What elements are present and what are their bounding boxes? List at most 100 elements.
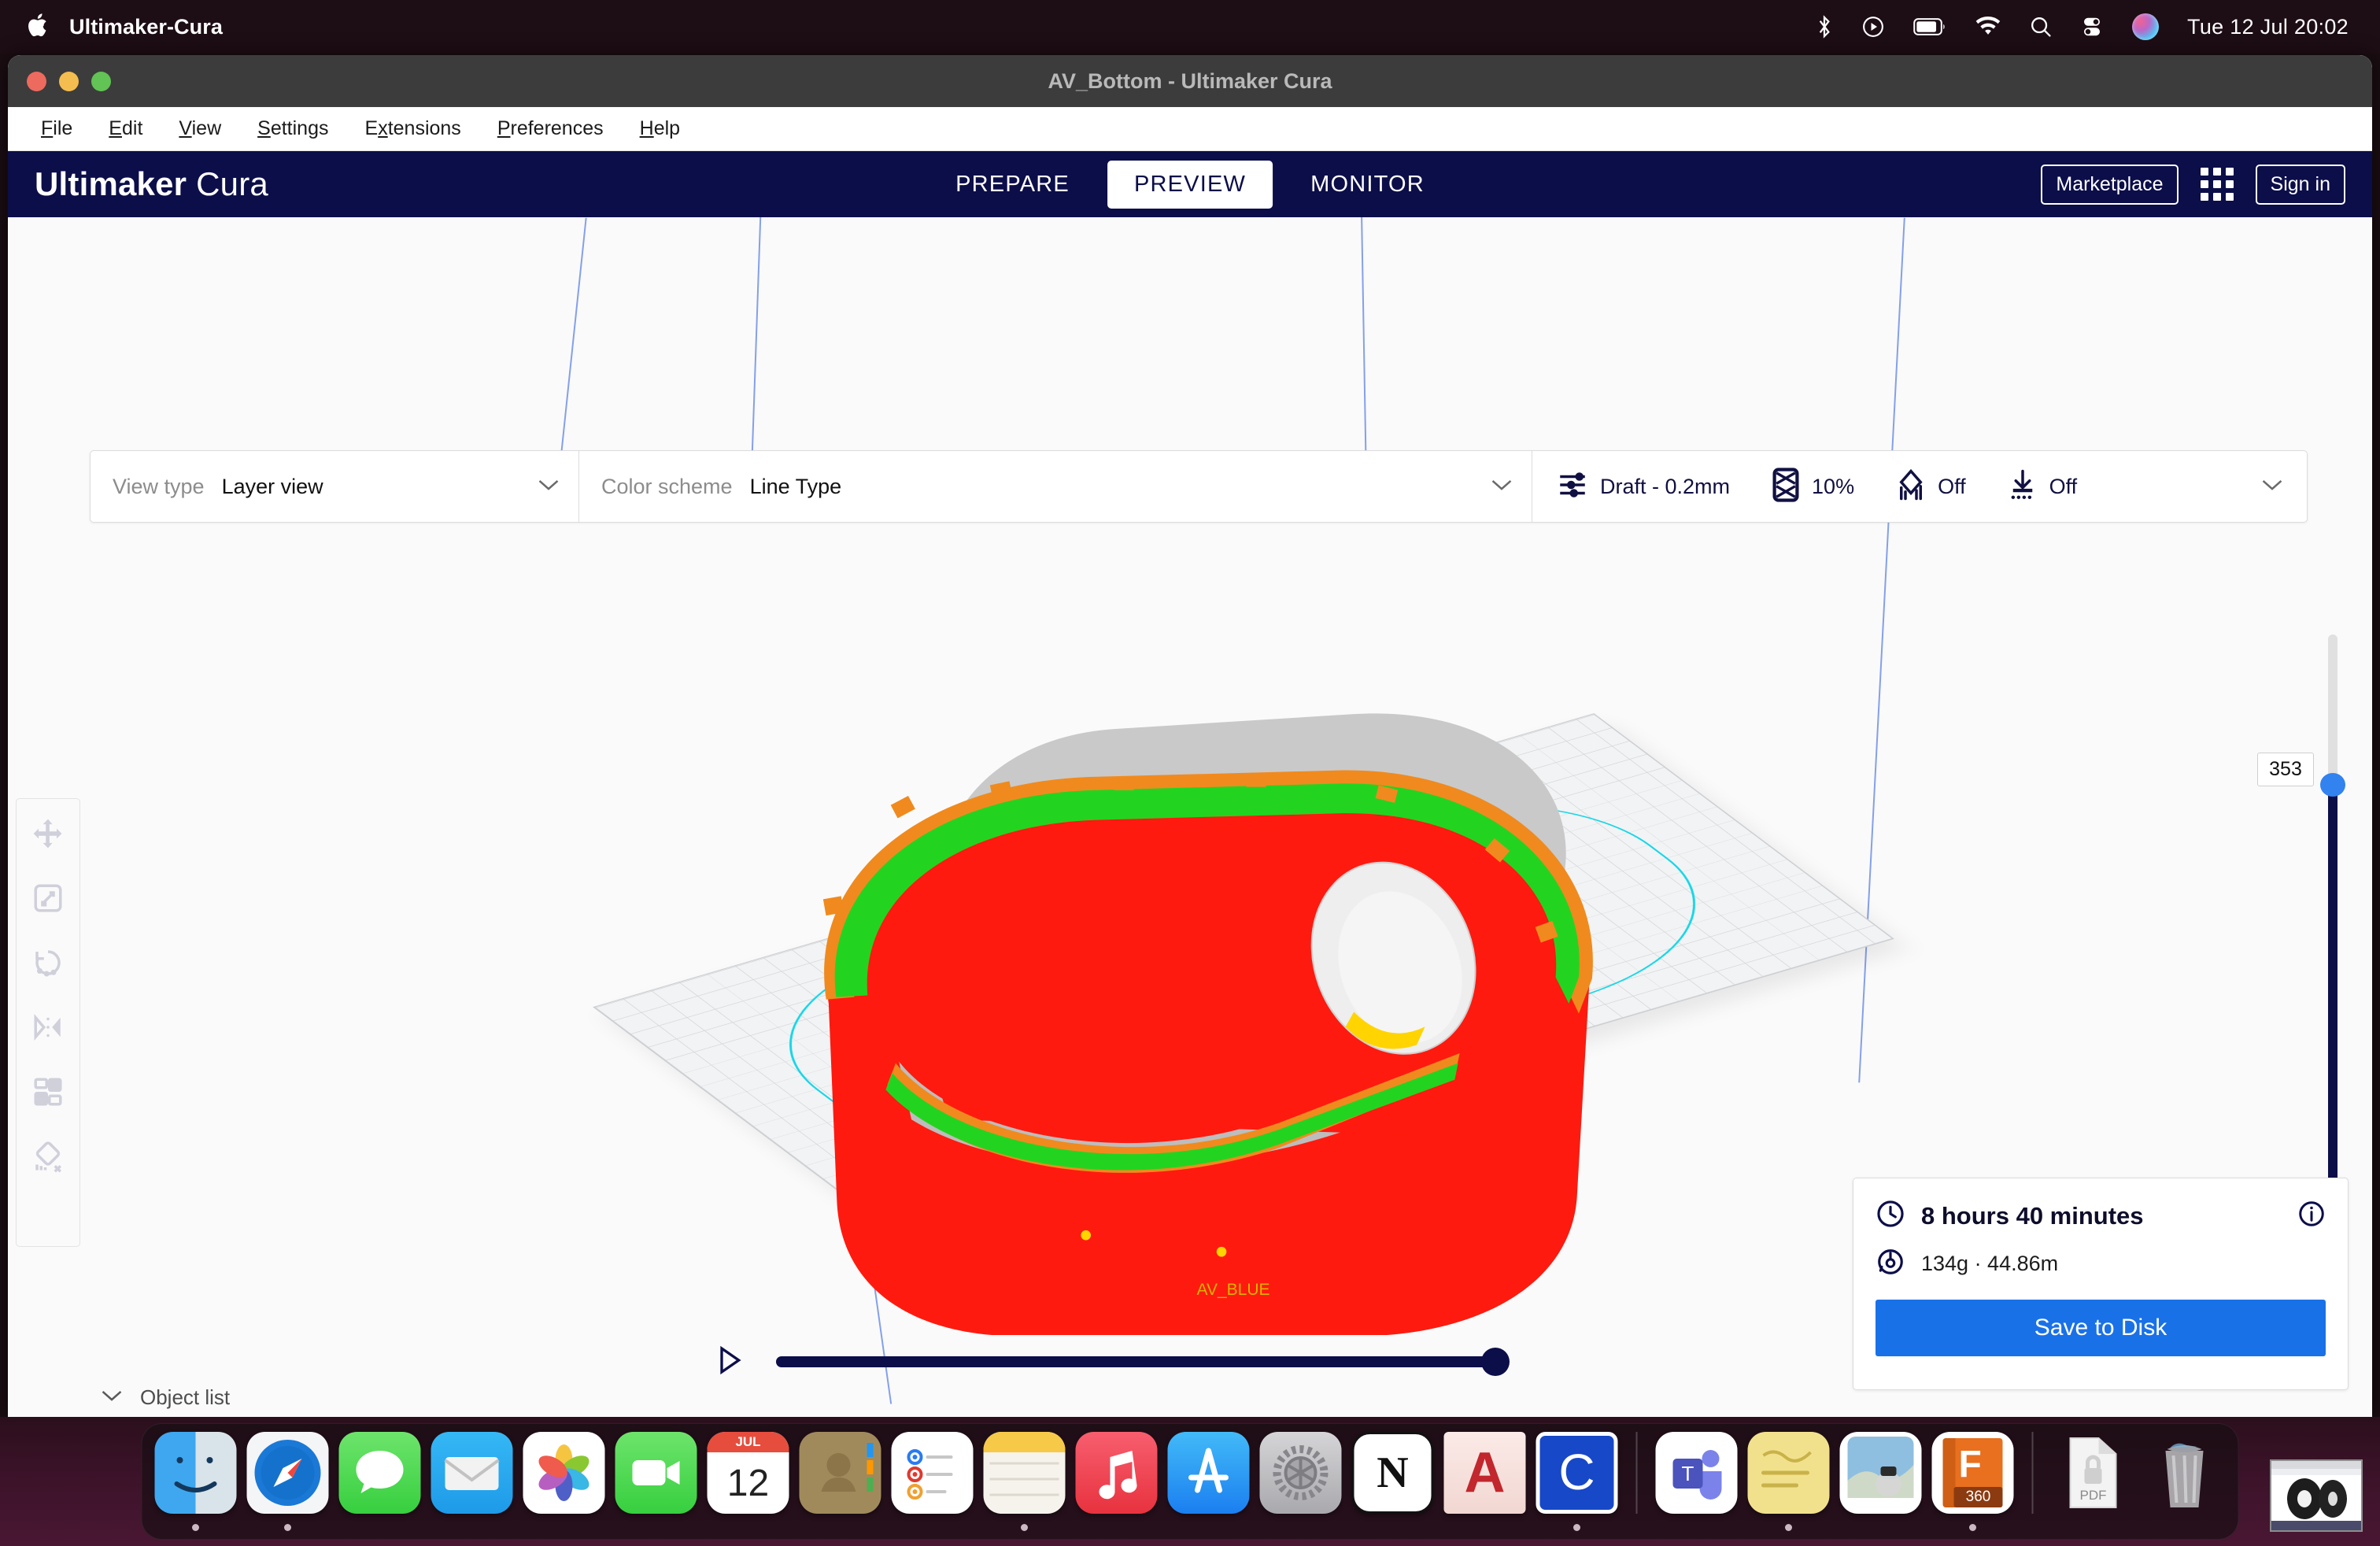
dock-item-mail[interactable] (431, 1432, 513, 1533)
adhesion-setting[interactable]: Off (2007, 468, 2078, 505)
app-store-icon[interactable] (1168, 1432, 1250, 1514)
dock[interactable]: JUL 12 (142, 1423, 2239, 1540)
simulation-playback-bar[interactable] (716, 1338, 1503, 1385)
minimized-window-thumbnail[interactable] (2270, 1459, 2363, 1532)
siri-icon[interactable] (2132, 13, 2159, 40)
mirror-tool-icon[interactable] (26, 1005, 70, 1049)
infill-icon (1771, 468, 1801, 506)
dock-item-stickies[interactable] (1748, 1432, 1830, 1533)
system-settings-icon[interactable] (1260, 1432, 1342, 1514)
dock-item-preview[interactable] (1840, 1432, 1922, 1533)
infill-setting[interactable]: 10% (1771, 468, 1854, 506)
color-scheme-chevron-down-icon[interactable] (1491, 478, 1513, 496)
fusion-360-icon[interactable]: F 360 (1932, 1432, 2014, 1514)
sliced-model[interactable]: AV_BLUE (700, 705, 1676, 1335)
view-type-chevron-down-icon[interactable] (538, 478, 560, 496)
dock-item-reminders[interactable] (892, 1432, 974, 1533)
dock-item-notion[interactable]: N (1352, 1432, 1434, 1533)
support-blocker-tool-icon[interactable] (26, 1134, 70, 1178)
object-list-panel: Object list Bottom.stl AV_Bottom 207.4 x… (101, 1385, 463, 1417)
dock-item-messages[interactable] (339, 1432, 421, 1533)
search-icon[interactable] (2030, 16, 2052, 38)
dock-item-safari[interactable] (247, 1432, 329, 1533)
dock-item-calendar[interactable]: JUL 12 (708, 1432, 789, 1533)
dock-item-facetime[interactable] (615, 1432, 697, 1533)
notion-icon[interactable]: N (1352, 1432, 1434, 1514)
layer-slider-upper-handle[interactable] (2320, 773, 2345, 797)
fusion-glyph: F (1959, 1443, 1982, 1486)
apps-grid-icon[interactable] (2201, 168, 2234, 201)
dock-item-trash[interactable] (2144, 1432, 2226, 1533)
sign-in-button[interactable]: Sign in (2256, 165, 2345, 205)
reminders-icon[interactable] (892, 1432, 974, 1514)
rotate-tool-icon[interactable] (26, 941, 70, 985)
travel-line (1361, 217, 1367, 477)
messages-icon[interactable] (339, 1432, 421, 1514)
save-to-disk-button[interactable]: Save to Disk (1876, 1300, 2326, 1356)
notes-icon[interactable] (984, 1432, 1066, 1514)
menu-file[interactable]: File (25, 113, 88, 145)
menu-edit[interactable]: Edit (93, 113, 158, 145)
dock-item-contacts[interactable] (800, 1432, 881, 1533)
tab-monitor[interactable]: MONITOR (1284, 161, 1451, 209)
info-icon[interactable] (2297, 1200, 2326, 1232)
mail-icon[interactable] (431, 1432, 513, 1514)
dock-item-photos[interactable] (523, 1432, 605, 1533)
dock-item-app-store[interactable] (1168, 1432, 1250, 1533)
cura-icon[interactable]: C (1536, 1432, 1618, 1514)
playback-track[interactable] (776, 1356, 1503, 1367)
menu-view[interactable]: View (163, 113, 237, 145)
bluetooth-icon[interactable] (1816, 14, 1833, 39)
view-type-value[interactable]: Layer view (222, 475, 323, 499)
contacts-icon[interactable] (800, 1432, 881, 1514)
menu-extensions[interactable]: Extensions (349, 113, 477, 145)
dock-item-fusion-360[interactable]: F 360 (1932, 1432, 2014, 1533)
tab-prepare[interactable]: PREPARE (929, 161, 1096, 209)
safari-icon[interactable] (247, 1432, 329, 1514)
calendar-icon[interactable]: JUL 12 (708, 1432, 789, 1514)
quality-setting[interactable]: Draft - 0.2mm (1556, 468, 1730, 505)
menubar-clock[interactable]: Tue 12 Jul 20:02 (2187, 15, 2349, 39)
dock-item-system-settings[interactable] (1260, 1432, 1342, 1533)
stickies-icon[interactable] (1748, 1432, 1830, 1514)
dock-item-music[interactable] (1076, 1432, 1158, 1533)
trash-icon[interactable] (2144, 1432, 2226, 1514)
3d-viewport[interactable]: AV_BLUE View ty (8, 217, 2372, 1417)
menu-help[interactable]: Help (624, 113, 696, 145)
per-model-settings-tool-icon[interactable] (26, 1070, 70, 1114)
playback-handle[interactable] (1481, 1348, 1510, 1376)
dock-item-pdf-document[interactable]: PDF (2052, 1432, 2134, 1533)
menu-preferences[interactable]: Preferences (482, 113, 619, 145)
menu-settings[interactable]: Settings (242, 113, 344, 145)
battery-icon[interactable] (1913, 17, 1946, 36)
pdf-document-icon[interactable]: PDF (2052, 1432, 2134, 1514)
preview-icon[interactable] (1840, 1432, 1922, 1514)
dock-item-cura[interactable]: C (1536, 1432, 1618, 1533)
apple-logo-icon[interactable] (27, 11, 50, 43)
settings-expand-chevron-down-icon[interactable] (2261, 478, 2283, 496)
finder-icon[interactable] (155, 1432, 237, 1514)
play-button-icon[interactable] (716, 1344, 743, 1380)
support-setting[interactable]: Off (1895, 468, 1966, 505)
move-tool-icon[interactable] (26, 812, 70, 856)
teams-icon[interactable]: T (1656, 1432, 1738, 1514)
facetime-icon[interactable] (615, 1432, 697, 1514)
dock-item-notes[interactable] (984, 1432, 1066, 1533)
color-scheme-value[interactable]: Line Type (750, 475, 842, 499)
marketplace-button[interactable]: Marketplace (2041, 165, 2178, 205)
autocad-icon[interactable]: A (1444, 1432, 1526, 1514)
layer-slider-track-upper[interactable] (2328, 634, 2338, 792)
tab-preview[interactable]: PREVIEW (1107, 161, 1273, 209)
dock-item-autocad[interactable]: A (1444, 1432, 1526, 1533)
photos-icon[interactable] (523, 1432, 605, 1514)
control-center-icon[interactable] (2080, 15, 2104, 39)
dock-item-teams[interactable]: T (1656, 1432, 1738, 1533)
screen-record-icon[interactable] (1861, 15, 1885, 39)
music-icon[interactable] (1076, 1432, 1158, 1514)
view-settings-toolbar[interactable]: View type Layer view Color scheme Line T… (90, 450, 2308, 523)
object-list-chevron-down-icon[interactable] (101, 1389, 123, 1407)
wifi-icon[interactable] (1975, 17, 2001, 37)
dock-item-finder[interactable] (155, 1432, 237, 1533)
scale-tool-icon[interactable] (26, 876, 70, 920)
tool-rail[interactable] (16, 798, 80, 1247)
